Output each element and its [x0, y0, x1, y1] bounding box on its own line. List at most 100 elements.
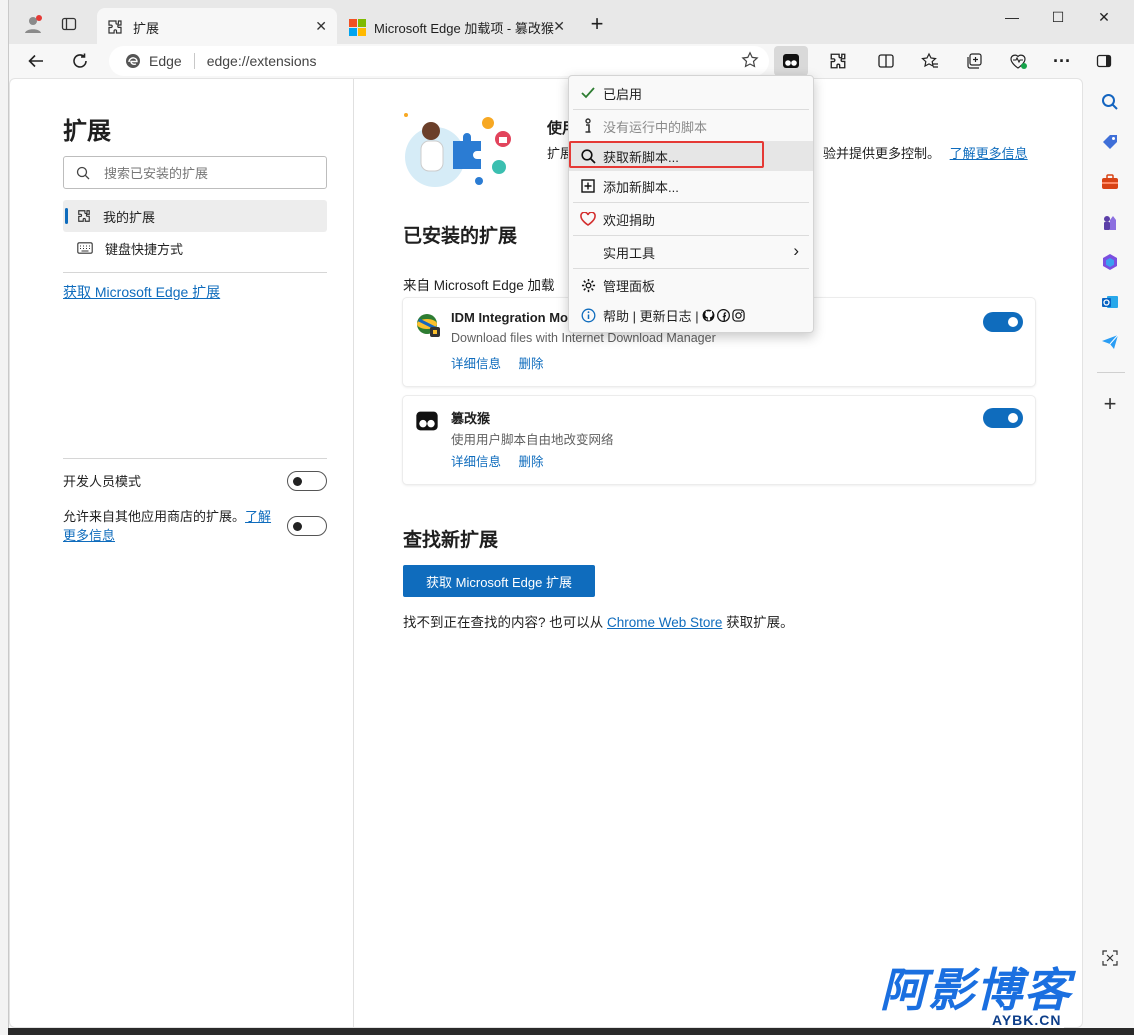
extension-name: 篡改猴 — [451, 411, 491, 426]
tab-actions-icon[interactable] — [57, 12, 81, 36]
favorites-icon[interactable] — [913, 46, 947, 76]
menu-item-add-new-script[interactable]: 添加新脚本... — [569, 171, 813, 201]
search-icon — [76, 166, 90, 180]
tools-briefcase-icon[interactable] — [1100, 172, 1120, 192]
menu-item-dashboard[interactable]: 管理面板 — [569, 270, 813, 300]
info-circle-icon — [579, 306, 597, 324]
facebook-icon[interactable] — [716, 308, 730, 322]
menu-item-donate[interactable]: 欢迎捐助 — [569, 204, 813, 234]
shopping-tag-icon[interactable] — [1100, 132, 1120, 152]
more-menu-icon[interactable]: ··· — [1045, 46, 1079, 76]
new-tab-icon[interactable]: + — [585, 11, 609, 36]
tab-edge-addons[interactable]: Microsoft Edge 加载项 - 篡改猴 ✕ — [339, 8, 575, 46]
tab-extensions[interactable]: 扩展 ✕ — [97, 8, 337, 46]
github-icon[interactable] — [702, 309, 715, 322]
idm-icon — [415, 312, 441, 341]
plus-square-icon — [579, 177, 597, 195]
gear-icon — [579, 276, 597, 294]
chrome-web-store-link[interactable]: Chrome Web Store — [607, 615, 722, 630]
nav-label: 键盘快捷方式 — [105, 241, 184, 257]
maximize-button[interactable]: ☐ — [1035, 6, 1081, 28]
menu-item-no-scripts: 没有运行中的脚本 — [569, 111, 813, 141]
address-bar[interactable]: Edge edge://extensions — [109, 46, 769, 76]
microsoft-365-icon[interactable] — [1100, 252, 1120, 272]
tab-label: Microsoft Edge 加载项 - 篡改猴 — [374, 20, 554, 36]
search-placeholder: 搜索已安装的扩展 — [104, 166, 209, 181]
dev-mode-toggle[interactable] — [287, 471, 327, 491]
games-chess-icon[interactable] — [1100, 212, 1120, 232]
extension-name: IDM Integration Mo — [451, 310, 568, 325]
add-sidebar-app-icon[interactable]: + — [1100, 391, 1120, 416]
instagram-icon[interactable] — [731, 308, 745, 322]
tampermonkey-toolbar-button[interactable] — [774, 46, 808, 76]
allow-other-label: 允许来自其他应用商店的扩展。 — [63, 509, 246, 524]
refresh-icon[interactable] — [67, 48, 93, 74]
collections-icon[interactable] — [957, 46, 991, 76]
dev-divider — [63, 458, 327, 459]
profile-avatar-icon[interactable] — [21, 12, 45, 36]
minimize-button[interactable]: — — [989, 6, 1035, 28]
extension-enable-toggle[interactable] — [983, 408, 1023, 428]
promo-illustration — [403, 111, 513, 191]
dev-mode-label: 开发人员模式 — [63, 474, 142, 489]
outlook-icon[interactable] — [1100, 292, 1120, 312]
browser-essentials-icon[interactable] — [1001, 46, 1035, 76]
menu-item-help[interactable]: 帮助 | 更新日志 | — [569, 300, 813, 330]
close-tab-icon[interactable]: ✕ — [553, 18, 565, 35]
get-extensions-link[interactable]: 获取 Microsoft Edge 扩展 — [63, 282, 220, 302]
extension-actions: 详细信息 删除 — [451, 353, 558, 372]
remove-link[interactable]: 删除 — [519, 455, 544, 469]
allow-other-stores-toggle[interactable] — [287, 516, 327, 536]
menu-separator — [573, 202, 809, 203]
tampermonkey-icon — [415, 410, 439, 435]
get-extensions-button[interactable]: 获取 Microsoft Edge 扩展 — [403, 565, 595, 597]
left-panel: 扩展 搜索已安装的扩展 我的扩展 键盘快捷方式 获取 Microsoft Edg… — [10, 79, 354, 1027]
menu-item-label: 没有运行中的脚本 — [603, 119, 708, 135]
search-input[interactable]: 搜索已安装的扩展 — [63, 156, 327, 189]
url-text: edge://extensions — [206, 53, 317, 69]
extensions-page: 扩展 搜索已安装的扩展 我的扩展 键盘快捷方式 获取 Microsoft Edg… — [9, 78, 1083, 1028]
installed-heading: 已安装的扩展 — [403, 226, 518, 247]
back-arrow-icon[interactable] — [23, 48, 49, 74]
address-divider — [193, 53, 195, 69]
edge-label: Edge — [149, 53, 182, 69]
favorite-star-icon[interactable] — [741, 51, 759, 72]
menu-item-enabled[interactable]: 已启用 — [569, 78, 813, 108]
search-icon[interactable] — [1100, 92, 1120, 112]
sidebar-toggle-icon[interactable] — [1087, 46, 1121, 76]
footer-suffix: 获取扩展。 — [726, 615, 794, 630]
footer-text: 找不到正在查找的内容? 也可以从 Chrome Web Store 获取扩展。 — [403, 611, 794, 631]
extensions-icon[interactable] — [821, 46, 855, 76]
watermark-sub-text: AYBK.CN — [990, 1012, 1064, 1028]
details-link[interactable]: 详细信息 — [451, 357, 501, 371]
menu-item-utilities[interactable]: 实用工具 › — [569, 237, 813, 267]
screenshot-capture-icon[interactable] — [1100, 948, 1120, 968]
page-title: 扩展 — [63, 118, 111, 145]
chevron-right-icon: › — [793, 241, 799, 260]
allow-other-stores-text: 允许来自其他应用商店的扩展。了解更多信息 — [63, 507, 283, 545]
extension-enable-toggle[interactable] — [983, 312, 1023, 332]
nav-my-extensions[interactable]: 我的扩展 — [63, 200, 327, 232]
promo-text-tail: 验并提供更多控制。 — [823, 146, 941, 161]
send-plane-icon[interactable] — [1100, 332, 1120, 352]
promo-learn-more-link[interactable]: 了解更多信息 — [950, 146, 1028, 161]
edge-logo-icon — [125, 53, 141, 69]
footer-prefix: 找不到正在查找的内容? 也可以从 — [403, 615, 604, 630]
menu-item-label: 实用工具 — [603, 245, 656, 261]
close-window-button[interactable]: ✕ — [1081, 6, 1127, 28]
menu-separator — [573, 109, 809, 110]
background-window-strip — [0, 0, 8, 1035]
check-icon — [579, 84, 597, 102]
menu-item-label: 管理面板 — [603, 278, 656, 294]
microsoft-logo-icon — [349, 18, 366, 36]
selected-indicator — [65, 208, 68, 224]
remove-link[interactable]: 删除 — [519, 357, 544, 371]
keyboard-icon — [77, 242, 93, 254]
close-tab-icon[interactable]: ✕ — [315, 18, 327, 35]
menu-item-label: 添加新脚本... — [603, 179, 679, 195]
nav-keyboard-shortcuts[interactable]: 键盘快捷方式 — [63, 232, 327, 264]
find-heading: 查找新扩展 — [403, 530, 499, 551]
split-screen-icon[interactable] — [869, 46, 903, 76]
details-link[interactable]: 详细信息 — [451, 455, 501, 469]
menu-item-label: 帮助 | 更新日志 | — [603, 308, 699, 324]
